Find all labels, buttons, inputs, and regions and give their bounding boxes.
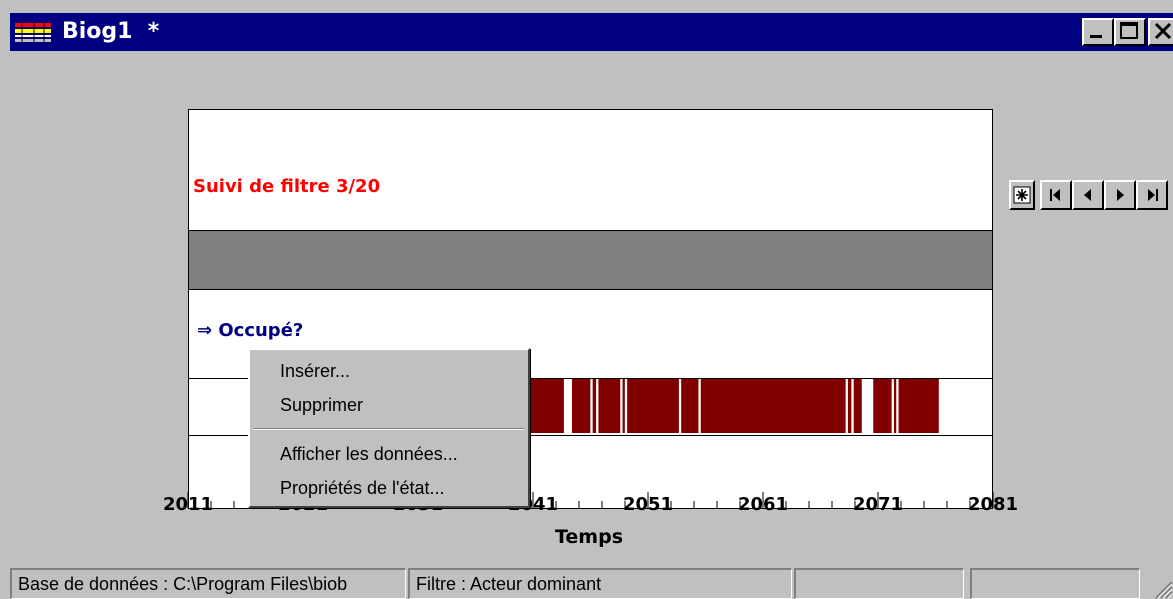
tick-label: 2071 bbox=[852, 494, 904, 515]
menu-item-supprimer[interactable]: Supprimer bbox=[250, 391, 528, 419]
resize-grip-icon[interactable] bbox=[1151, 577, 1173, 599]
refresh-button[interactable] bbox=[1009, 180, 1035, 210]
tick-label: 2051 bbox=[622, 494, 674, 515]
status-filter-text: Filtre : Acteur dominant bbox=[416, 574, 602, 594]
status-panel-3 bbox=[794, 568, 964, 599]
last-icon bbox=[1148, 189, 1158, 201]
status-panel-4 bbox=[970, 568, 1140, 599]
menu-item-inserer[interactable]: Insérer... bbox=[250, 357, 528, 385]
prev-icon bbox=[1084, 189, 1091, 201]
tick-label: 2081 bbox=[967, 494, 1019, 515]
menu-item-label: Supprimer bbox=[280, 395, 364, 415]
prev-button[interactable] bbox=[1072, 180, 1104, 210]
menu-item-label: Insérer... bbox=[280, 361, 351, 381]
menu-item-label: Propriétés de l'état... bbox=[280, 478, 445, 498]
last-button[interactable] bbox=[1136, 180, 1168, 210]
biog-window: Biog1 * Suivi de filtre 3/20 ⇒ Occupé? 2… bbox=[0, 0, 1173, 599]
menu-item-proprietes-etat[interactable]: Propriétés de l'état... bbox=[250, 474, 528, 502]
refresh-icon bbox=[1013, 186, 1031, 204]
axis-title: Temps bbox=[554, 526, 624, 548]
status-bar: Base de données : C:\Program Files\biob … bbox=[10, 568, 1173, 599]
status-database-text: Base de données : C:\Program Files\biob bbox=[18, 574, 348, 594]
status-filter: Filtre : Acteur dominant bbox=[408, 568, 792, 599]
menu-item-afficher-donnees[interactable]: Afficher les données... bbox=[250, 440, 528, 468]
context-menu: Insérer... Supprimer Afficher les donnée… bbox=[248, 348, 530, 508]
tick-label: 2061 bbox=[737, 494, 789, 515]
first-button[interactable] bbox=[1040, 180, 1072, 210]
menu-item-label: Afficher les données... bbox=[280, 444, 458, 464]
menu-separator bbox=[254, 428, 524, 430]
status-database: Base de données : C:\Program Files\biob bbox=[10, 568, 406, 599]
next-button[interactable] bbox=[1104, 180, 1136, 210]
next-icon bbox=[1117, 189, 1124, 201]
first-icon bbox=[1050, 189, 1060, 201]
tick-label: 2011 bbox=[162, 494, 214, 515]
